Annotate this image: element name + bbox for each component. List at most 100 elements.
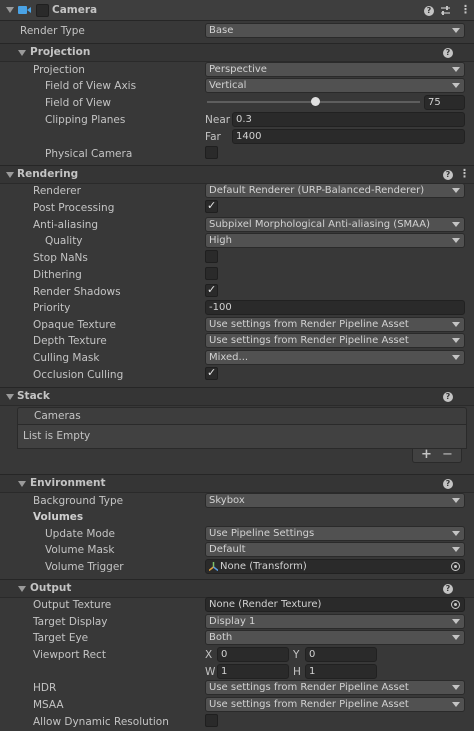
culling-mask-dropdown[interactable]: Mixed... xyxy=(205,350,465,365)
foldout-arrow-icon[interactable] xyxy=(6,394,14,400)
chevron-down-icon xyxy=(452,547,460,552)
volume-trigger-label: Volume Trigger xyxy=(45,561,124,573)
depth-texture-dropdown[interactable]: Use settings from Render Pipeline Asset xyxy=(205,333,465,348)
projection-dropdown[interactable]: Perspective xyxy=(205,62,465,77)
volume-mask-dropdown[interactable]: Default xyxy=(205,542,465,557)
menu-icon[interactable]: ⋮ xyxy=(460,3,471,16)
chevron-down-icon xyxy=(452,531,460,536)
chevron-down-icon xyxy=(452,67,460,72)
section-header-environment[interactable]: Environment ? xyxy=(0,474,474,493)
foldout-arrow-icon[interactable] xyxy=(6,7,14,13)
section-title: Projection xyxy=(30,46,91,58)
render-shadows-checkbox[interactable] xyxy=(205,283,218,297)
section-header-projection[interactable]: Projection ? xyxy=(0,43,474,62)
component-enabled-checkbox[interactable] xyxy=(36,4,49,17)
fov-slider-handle[interactable] xyxy=(311,97,321,106)
clipping-planes-label: Clipping Planes xyxy=(45,114,126,126)
remove-icon[interactable]: − xyxy=(442,447,453,462)
post-processing-checkbox[interactable] xyxy=(205,199,218,213)
priority-field[interactable]: -100 xyxy=(205,300,465,315)
section-title: Output xyxy=(30,582,72,594)
foldout-arrow-icon[interactable] xyxy=(18,586,26,592)
foldout-arrow-icon[interactable] xyxy=(18,50,26,56)
renderer-dropdown[interactable]: Default Renderer (URP-Balanced-Renderer) xyxy=(205,183,465,198)
chevron-down-icon xyxy=(452,238,460,243)
help-icon[interactable]: ? xyxy=(443,479,453,489)
far-label: Far xyxy=(205,131,221,143)
volume-trigger-field[interactable]: None (Transform) xyxy=(205,559,465,574)
stack-list-header-label: Cameras xyxy=(34,410,81,422)
transform-icon xyxy=(209,562,218,571)
background-type-dropdown[interactable]: Skybox xyxy=(205,493,465,508)
priority-label: Priority xyxy=(33,302,71,314)
hdr-label: HDR xyxy=(33,682,57,694)
section-title: Environment xyxy=(30,477,106,489)
chevron-down-icon xyxy=(452,338,460,343)
stack-list-footer: + − xyxy=(412,447,462,463)
output-texture-field[interactable]: None (Render Texture) xyxy=(205,597,465,612)
help-icon[interactable]: ? xyxy=(443,48,453,58)
renderer-label: Renderer xyxy=(33,185,81,197)
section-header-rendering[interactable]: Rendering ? ⋮ xyxy=(0,165,474,184)
viewport-w-field[interactable]: 1 xyxy=(217,664,289,679)
viewport-w-label: W xyxy=(205,666,216,678)
foldout-arrow-icon[interactable] xyxy=(18,481,26,487)
help-icon[interactable]: ? xyxy=(443,170,453,180)
render-shadows-label: Render Shadows xyxy=(33,286,121,298)
opaque-texture-label: Opaque Texture xyxy=(33,319,116,331)
chevron-down-icon xyxy=(452,188,460,193)
volumes-heading: Volumes xyxy=(33,511,84,523)
stack-list-header: Cameras xyxy=(17,407,467,425)
opaque-texture-dropdown[interactable]: Use settings from Render Pipeline Asset xyxy=(205,317,465,332)
fov-axis-dropdown[interactable]: Vertical xyxy=(205,78,465,93)
fov-value-field[interactable]: 75 xyxy=(424,95,465,110)
target-eye-dropdown[interactable]: Both xyxy=(205,630,465,645)
dynamic-resolution-checkbox[interactable] xyxy=(205,714,218,727)
physical-camera-label: Physical Camera xyxy=(45,148,133,160)
chevron-down-icon xyxy=(452,222,460,227)
msaa-label: MSAA xyxy=(33,699,64,711)
section-header-output[interactable]: Output ? xyxy=(0,579,474,598)
chevron-down-icon xyxy=(452,83,460,88)
help-icon[interactable]: ? xyxy=(443,392,453,402)
target-display-dropdown[interactable]: Display 1 xyxy=(205,614,465,629)
object-picker-icon[interactable] xyxy=(451,562,460,571)
background-type-label: Background Type xyxy=(33,495,124,507)
anti-aliasing-dropdown[interactable]: Subpixel Morphological Anti-aliasing (SM… xyxy=(205,217,465,232)
chevron-down-icon xyxy=(452,685,460,690)
dithering-checkbox[interactable] xyxy=(205,267,218,280)
output-texture-label: Output Texture xyxy=(33,599,112,611)
depth-texture-label: Depth Texture xyxy=(33,335,107,347)
culling-mask-label: Culling Mask xyxy=(33,352,100,364)
viewport-h-field[interactable]: 1 xyxy=(305,664,377,679)
target-display-label: Target Display xyxy=(33,616,108,628)
msaa-dropdown[interactable]: Use settings from Render Pipeline Asset xyxy=(205,697,465,712)
physical-camera-checkbox[interactable] xyxy=(205,146,218,159)
stop-nans-checkbox[interactable] xyxy=(205,250,218,263)
render-type-dropdown[interactable]: Base xyxy=(205,23,465,38)
viewport-h-label: H xyxy=(293,666,301,678)
dithering-label: Dithering xyxy=(33,269,82,281)
render-type-label: Render Type xyxy=(20,25,85,37)
object-picker-icon[interactable] xyxy=(451,600,460,609)
fov-label: Field of View xyxy=(45,97,111,109)
add-icon[interactable]: + xyxy=(421,447,432,462)
update-mode-dropdown[interactable]: Use Pipeline Settings xyxy=(205,526,465,541)
component-header[interactable]: Camera ? ⋮ xyxy=(0,0,474,21)
preset-icon[interactable] xyxy=(440,5,451,16)
anti-aliasing-label: Anti-aliasing xyxy=(33,219,99,231)
viewport-x-field[interactable]: 0 xyxy=(217,647,289,662)
menu-icon[interactable]: ⋮ xyxy=(459,167,470,180)
section-header-stack[interactable]: Stack ? xyxy=(0,387,474,406)
help-icon[interactable]: ? xyxy=(424,6,434,16)
occlusion-culling-checkbox[interactable] xyxy=(205,366,218,380)
near-label: Near xyxy=(205,114,231,126)
hdr-dropdown[interactable]: Use settings from Render Pipeline Asset xyxy=(205,680,465,695)
near-field[interactable]: 0.3 xyxy=(232,112,465,127)
far-field[interactable]: 1400 xyxy=(232,129,465,144)
viewport-y-field[interactable]: 0 xyxy=(305,647,377,662)
stack-empty-text: List is Empty xyxy=(23,430,91,442)
quality-dropdown[interactable]: High xyxy=(205,233,465,248)
help-icon[interactable]: ? xyxy=(443,584,453,594)
foldout-arrow-icon[interactable] xyxy=(6,172,14,178)
